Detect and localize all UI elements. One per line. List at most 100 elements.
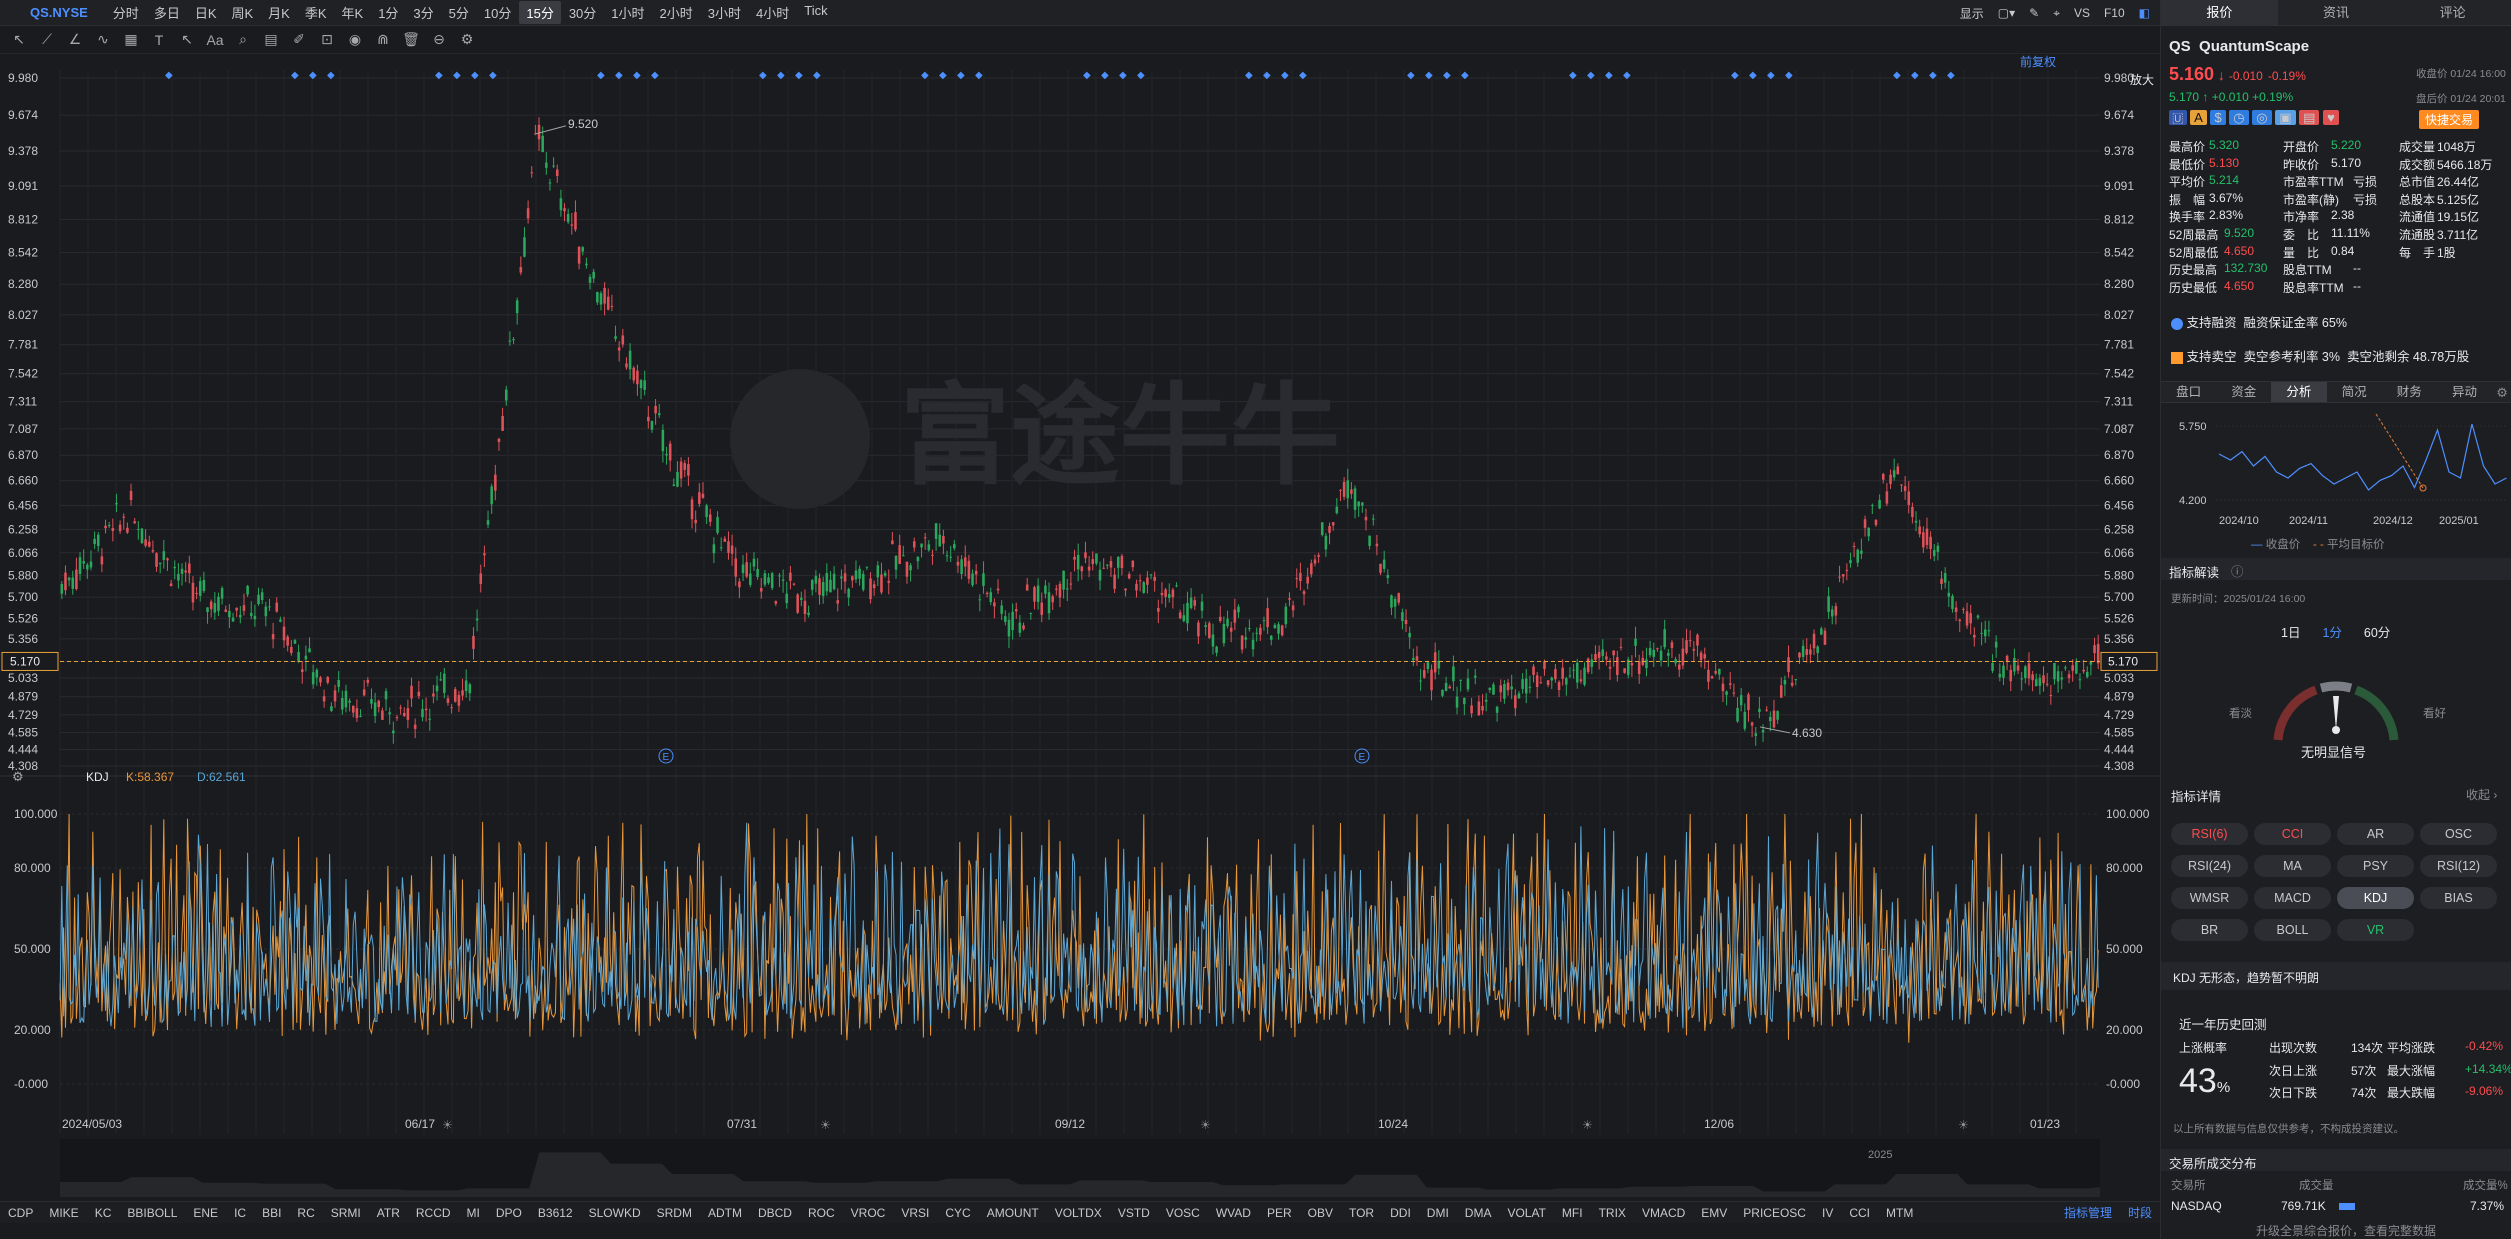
event-marker[interactable]: ◆ [471,70,479,81]
bottom-indicator-tab[interactable]: OBV [1300,1206,1341,1220]
search-icon[interactable]: ⌕ [232,30,254,50]
event-marker[interactable]: ◆ [1425,70,1433,81]
bottom-indicator-tab[interactable]: TOR [1341,1206,1382,1220]
settings-icon[interactable]: ⚙ [456,30,478,50]
bottom-indicator-tab[interactable]: PER [1259,1206,1300,1220]
event-marker[interactable]: ◆ [813,70,821,81]
event-marker[interactable]: ◆ [957,70,965,81]
help-icon[interactable]: ⓘ [2231,561,2244,580]
bottom-indicator-tab[interactable]: VOSC [1158,1206,1208,1220]
interval-tab[interactable]: 周K [225,1,261,24]
event-marker[interactable]: ◆ [1119,70,1127,81]
cursor-icon[interactable]: ↖ [8,30,30,50]
event-marker[interactable]: ◆ [651,70,659,81]
event-marker[interactable]: ◆ [1101,70,1109,81]
event-marker[interactable]: ◆ [1911,70,1919,81]
event-marker[interactable]: ◆ [327,70,335,81]
bottom-indicator-tab[interactable]: EMV [1693,1206,1735,1220]
indicator-chip[interactable]: BIAS [2420,887,2497,909]
bottom-indicator-tab[interactable]: MIKE [41,1206,86,1220]
symbol-label[interactable]: QS.NYSE [30,5,88,20]
interval-tab[interactable]: 10分 [477,1,518,24]
arrow-tool-icon[interactable]: ↖ [176,30,198,50]
bottom-indicator-tab[interactable]: WVAD [1208,1206,1259,1220]
bottom-indicator-tab[interactable]: CCI [1841,1206,1878,1220]
event-marker[interactable]: ◆ [1461,70,1469,81]
indicator-chip[interactable]: RSI(24) [2171,855,2248,877]
bottom-indicator-tab[interactable]: VOLTDX [1047,1206,1110,1220]
indicator-chip[interactable]: MA [2254,855,2331,877]
indicator-chip[interactable]: OSC [2420,823,2497,845]
bottom-indicator-tab[interactable]: VROC [843,1206,894,1220]
vs-button[interactable]: VS [2074,6,2090,20]
event-marker[interactable]: ◆ [1929,70,1937,81]
lock-icon[interactable]: ⊡ [316,30,338,50]
indicator-chip[interactable]: KDJ [2337,887,2414,909]
display-menu[interactable]: 显示 [1960,5,1984,22]
bottom-indicator-tab[interactable]: PRICEOSC [1735,1206,1814,1220]
event-marker[interactable]: ◆ [1569,70,1577,81]
event-marker[interactable]: ◆ [1767,70,1775,81]
interval-tab[interactable]: 3分 [406,1,440,24]
bottom-indicator-tab[interactable]: RCCD [408,1206,459,1220]
bottom-indicator-tab[interactable]: DBCD [750,1206,800,1220]
indicator-chip[interactable]: BR [2171,919,2248,941]
event-marker[interactable]: ◆ [1263,70,1271,81]
interval-tab[interactable]: 月K [261,1,297,24]
indicator-chip[interactable]: VR [2337,919,2414,941]
bottom-indicator-tab[interactable]: AMOUNT [979,1206,1047,1220]
event-marker[interactable]: ◆ [1407,70,1415,81]
indicator-chip[interactable]: BOLL [2254,919,2331,941]
interval-tab[interactable]: 1分 [371,1,405,24]
interval-tab[interactable]: 1小时 [604,1,651,24]
event-marker[interactable]: ◆ [615,70,623,81]
bottom-indicator-tab[interactable]: MFI [1554,1206,1591,1220]
event-marker[interactable]: ◆ [1083,70,1091,81]
interval-tab[interactable]: 季K [298,1,334,24]
interval-tab[interactable]: 多日 [147,1,187,24]
bottom-indicator-tab[interactable]: MI [459,1206,488,1220]
indicator-chip[interactable]: RSI(6) [2171,823,2248,845]
bottom-indicator-tab[interactable]: CYC [937,1206,978,1220]
bottom-indicator-tab[interactable]: ROC [800,1206,843,1220]
bottom-indicator-tab[interactable]: DPO [488,1206,530,1220]
event-marker[interactable]: ◆ [975,70,983,81]
period-option[interactable]: 1日 [2281,622,2300,641]
event-marker[interactable]: ◆ [1443,70,1451,81]
bottom-indicator-tab[interactable]: BBIBOLL [119,1206,185,1220]
subtab[interactable]: 资金 [2216,382,2271,402]
interval-tab[interactable]: 日K [188,1,224,24]
subtab[interactable]: 简况 [2327,382,2382,402]
interval-tab[interactable]: 4小时 [749,1,796,24]
subtab-settings-icon[interactable]: ⚙ [2492,382,2511,402]
event-marker[interactable]: ◆ [1281,70,1289,81]
bottom-indicator-tab[interactable]: IC [226,1206,254,1220]
interval-tab[interactable]: 年K [335,1,371,24]
period-option[interactable]: 1分 [2322,622,2341,641]
event-marker[interactable]: ◆ [1605,70,1613,81]
brush-icon[interactable]: ✐ [288,30,310,50]
event-marker[interactable]: ◆ [795,70,803,81]
indicator-chip[interactable]: PSY [2337,855,2414,877]
event-marker[interactable]: ◆ [291,70,299,81]
event-marker[interactable]: ◆ [309,70,317,81]
event-marker[interactable]: ◆ [1299,70,1307,81]
event-marker[interactable]: ◆ [453,70,461,81]
trash-icon[interactable]: 🗑 [400,30,422,50]
panel-tab[interactable]: 报价 [2161,0,2278,25]
bottom-indicator-tab[interactable]: DDI [1382,1206,1419,1220]
event-marker[interactable]: ◆ [1947,70,1955,81]
interval-tab[interactable]: Tick [797,1,834,24]
bottom-indicator-tab[interactable]: VRSI [893,1206,937,1220]
kdj-name[interactable]: KDJ [86,770,109,784]
eye-icon[interactable]: ◉ [344,30,366,50]
wave-tool-icon[interactable]: ∿ [92,30,114,50]
fib-tool-icon[interactable]: ▦ [120,30,142,50]
indicator-chip[interactable]: CCI [2254,823,2331,845]
event-marker[interactable]: ◆ [435,70,443,81]
subtab[interactable]: 异动 [2437,382,2492,402]
event-marker[interactable]: ◆ [489,70,497,81]
event-marker[interactable]: ◆ [759,70,767,81]
bottom-indicator-tab[interactable]: DMA [1457,1206,1500,1220]
event-marker[interactable]: ◆ [1785,70,1793,81]
